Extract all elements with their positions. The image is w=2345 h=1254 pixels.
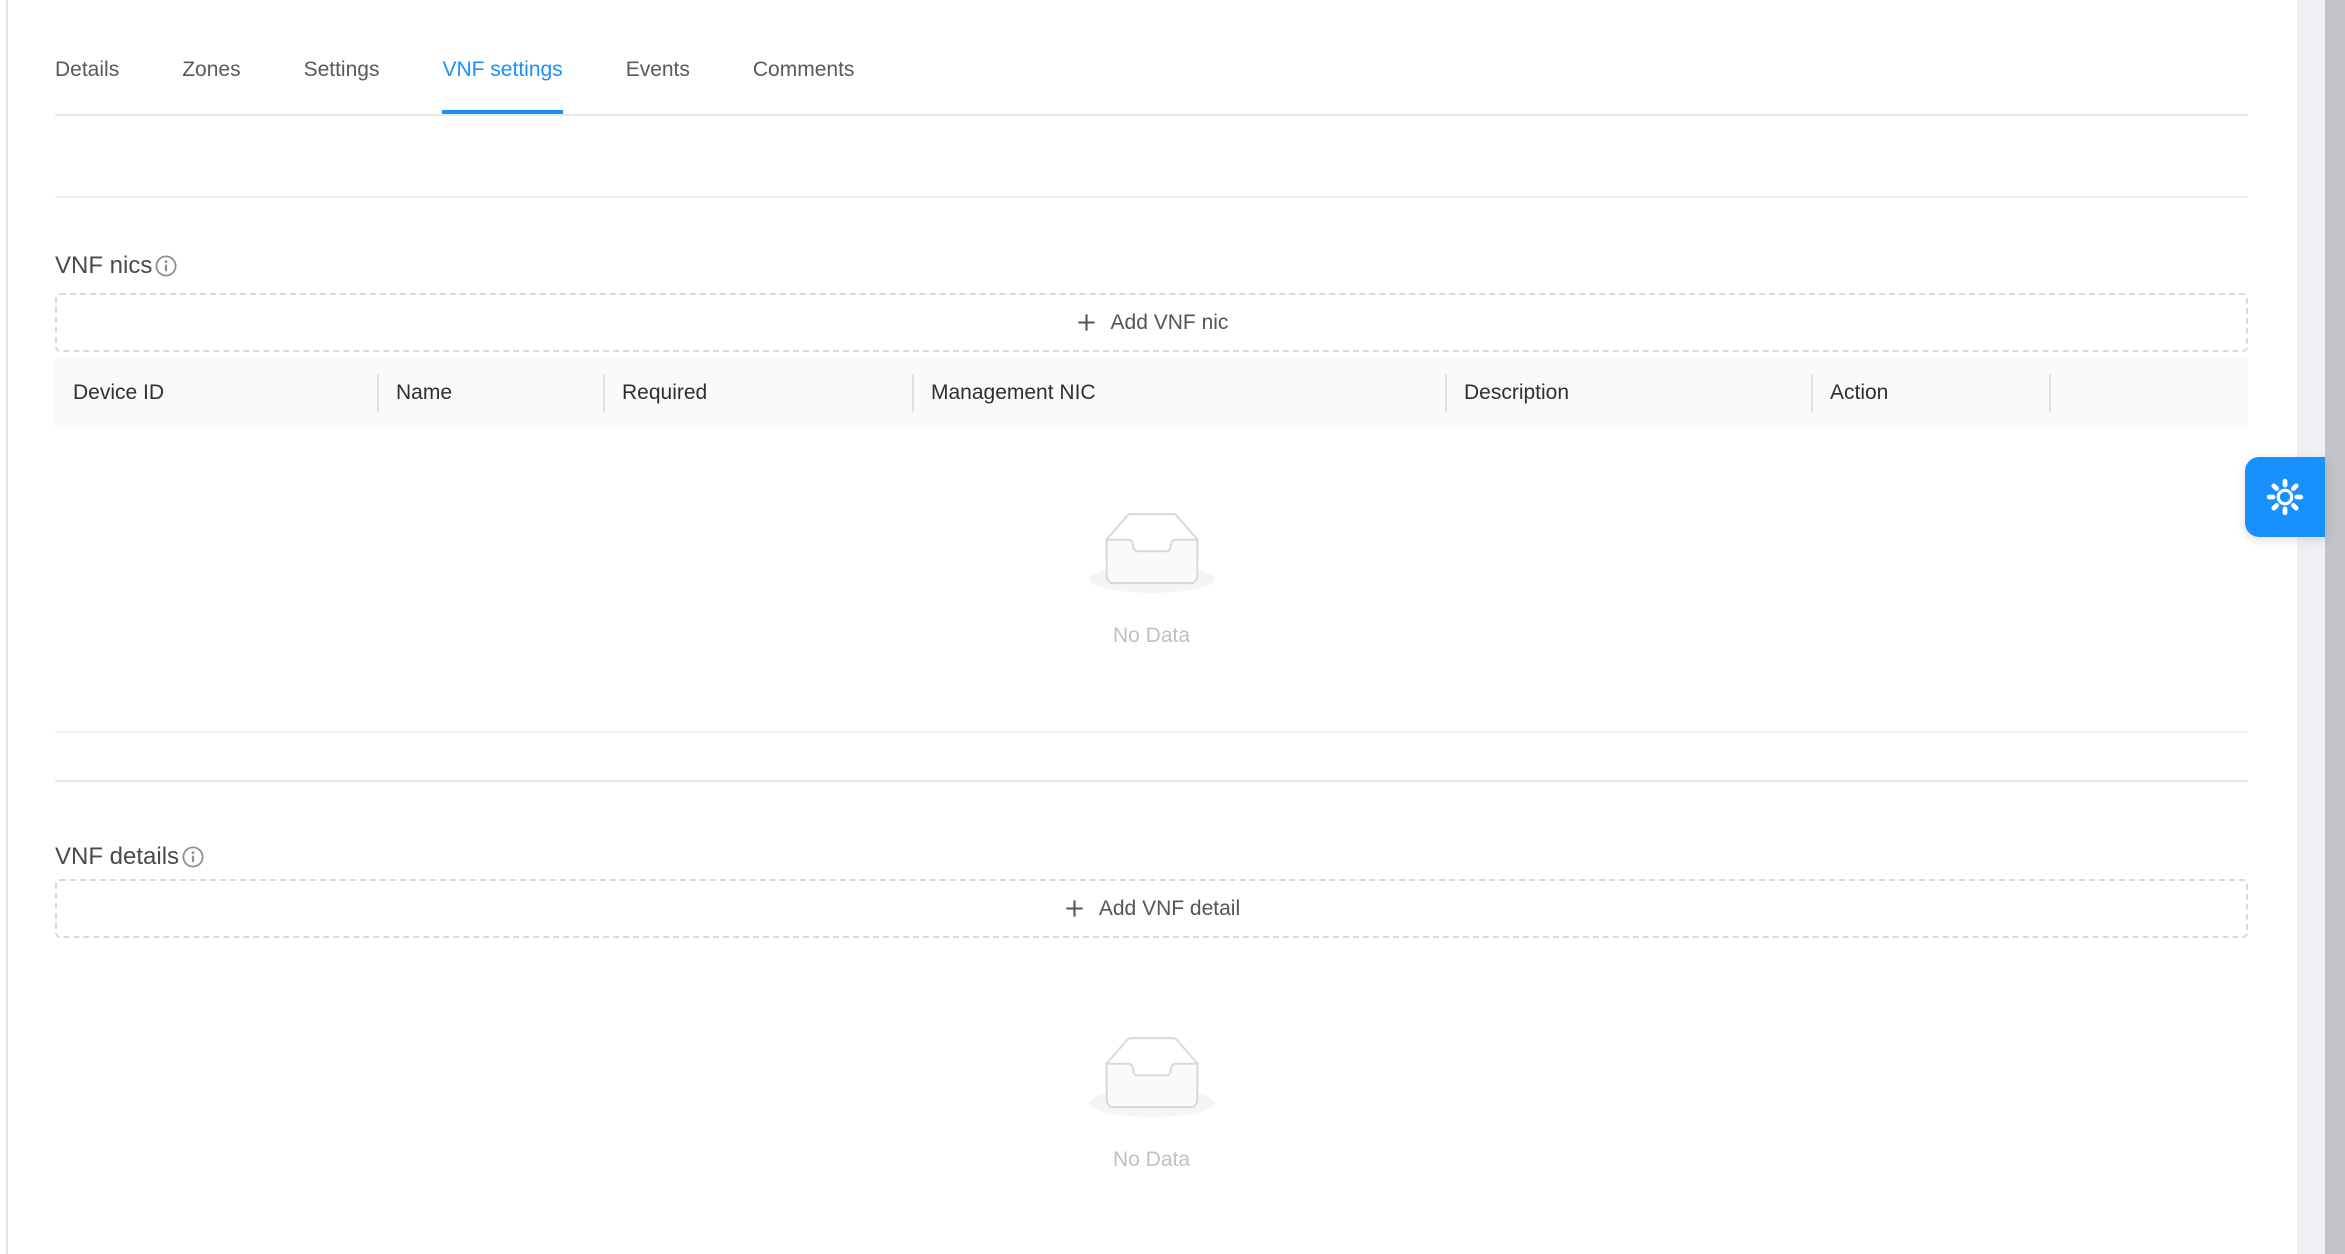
- vnf-details-section-title: VNF details: [55, 842, 204, 871]
- tab-details[interactable]: Details: [55, 57, 119, 83]
- no-data-text: No Data: [1113, 624, 1190, 648]
- tab-zones[interactable]: Zones: [182, 57, 240, 83]
- table-bottom-border: [55, 731, 2248, 733]
- tab-events[interactable]: Events: [626, 57, 690, 83]
- column-header-required: Required: [604, 381, 913, 405]
- vnf-nics-table-header: Device ID Name Required Management NIC D…: [55, 358, 2248, 428]
- vnf-nics-empty-state: No Data: [55, 512, 2248, 648]
- vnf-details-empty-state: No Data: [55, 1036, 2248, 1172]
- column-header-device-id: Device ID: [55, 381, 378, 405]
- add-vnf-nic-button[interactable]: Add VNF nic: [55, 293, 2248, 352]
- floating-settings-button[interactable]: [2245, 457, 2325, 537]
- tab-settings[interactable]: Settings: [304, 57, 380, 83]
- vnf-nics-title-text: VNF nics: [55, 251, 152, 280]
- add-vnf-nic-label: Add VNF nic: [1111, 311, 1229, 335]
- info-circle-icon[interactable]: [182, 846, 204, 868]
- column-header-action: Action: [1812, 381, 2050, 405]
- column-header-description: Description: [1446, 381, 1812, 405]
- tab-bar-border: [55, 114, 2248, 116]
- scrollbar-thumb[interactable]: [2325, 0, 2345, 1254]
- add-vnf-detail-label: Add VNF detail: [1099, 897, 1240, 921]
- gear-icon: [2266, 478, 2304, 516]
- vnf-nics-section-title: VNF nics: [55, 251, 177, 280]
- column-header-name: Name: [378, 381, 604, 405]
- tab-comments[interactable]: Comments: [753, 57, 855, 83]
- info-circle-icon[interactable]: [155, 255, 177, 277]
- section-divider: [55, 196, 2248, 198]
- empty-inbox-icon: [1089, 512, 1215, 598]
- tab-vnf-settings[interactable]: VNF settings: [442, 57, 562, 83]
- scrollbar-track: [2297, 0, 2325, 1254]
- no-data-text: No Data: [1113, 1148, 1190, 1172]
- plus-icon: [1075, 311, 1098, 334]
- page-left-border: [6, 0, 8, 1254]
- add-vnf-detail-button[interactable]: Add VNF detail: [55, 879, 2248, 938]
- column-header-management-nic: Management NIC: [913, 381, 1446, 405]
- empty-inbox-icon: [1089, 1036, 1215, 1122]
- tab-bar: Details Zones Settings VNF settings Even…: [55, 57, 2248, 83]
- vnf-details-title-text: VNF details: [55, 842, 179, 871]
- plus-icon: [1063, 897, 1086, 920]
- section-divider: [55, 780, 2248, 782]
